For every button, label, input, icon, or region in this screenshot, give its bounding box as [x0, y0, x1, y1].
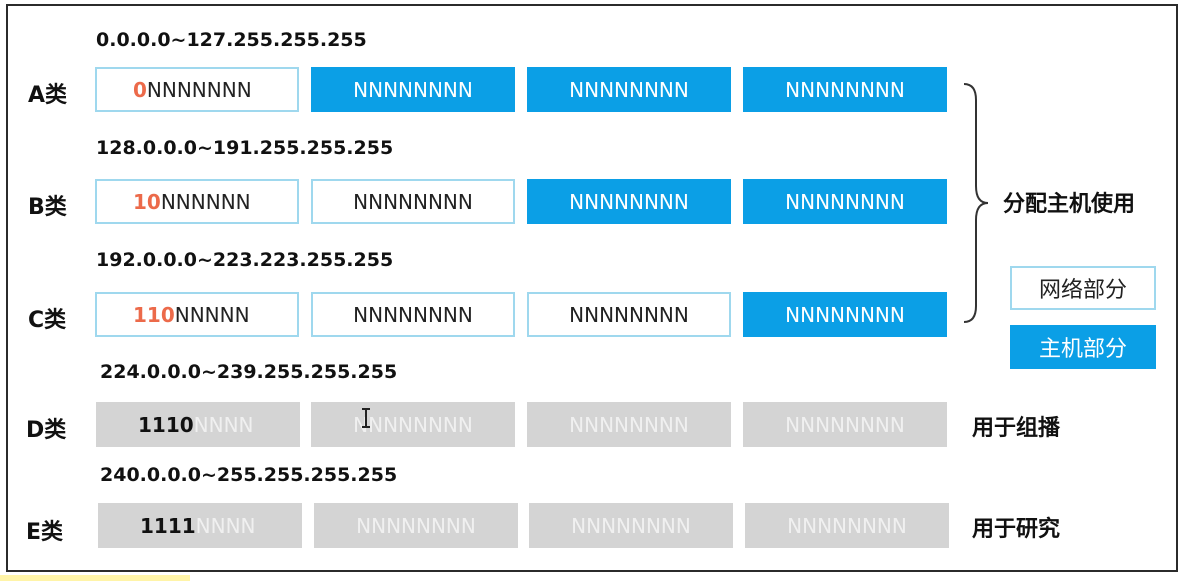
legend-network-part: 网络部分	[1010, 266, 1156, 310]
class-a-label: A类	[28, 83, 68, 108]
class-e-octet-3: NNNNNNNN	[529, 503, 733, 548]
class-d-octet-3: NNNNNNNN	[527, 402, 731, 447]
class-b-octet-4: NNNNNNNN	[743, 179, 947, 224]
class-a-octet-1: 0 NNNNNNN	[95, 67, 299, 112]
class-c-octet-3: NNNNNNNN	[527, 292, 731, 337]
class-e-octet-1-text: NNNN	[195, 513, 256, 538]
class-b-label: B类	[28, 195, 67, 220]
class-d-range: 224.0.0.0~239.255.255.255	[100, 361, 398, 383]
curly-brace-icon	[963, 83, 989, 323]
class-d-prefix-bits: 1110	[138, 412, 194, 437]
class-c-octet-1: 110 NNNNN	[95, 292, 299, 337]
class-a-octet-2: NNNNNNNN	[311, 67, 515, 112]
class-c-prefix-bits: 110	[133, 302, 175, 327]
class-b-octet-2: NNNNNNNN	[311, 179, 515, 224]
class-b-octet-3: NNNNNNNN	[527, 179, 731, 224]
class-b-prefix-bits: 10	[133, 189, 161, 214]
class-c-range: 192.0.0.0~223.223.255.255	[96, 249, 394, 271]
class-e-range: 240.0.0.0~255.255.255.255	[100, 464, 398, 486]
class-e-octet-1: 1111 NNNN	[98, 503, 302, 548]
class-a-octet-1-text: NNNNNNN	[146, 77, 252, 102]
class-d-octet-4: NNNNNNNN	[743, 402, 947, 447]
class-e-label: E类	[26, 520, 64, 545]
class-a-octet-3: NNNNNNNN	[527, 67, 731, 112]
class-a-prefix-bits: 0	[133, 77, 147, 102]
class-e-note: 用于研究	[972, 517, 1061, 542]
class-c-octet-2: NNNNNNNN	[311, 292, 515, 337]
class-b-octet-1-text: NNNNNN	[160, 189, 251, 214]
class-e-octet-2: NNNNNNNN	[314, 503, 518, 548]
bottom-highlight-strip	[0, 575, 190, 581]
class-c-octet-4: NNNNNNNN	[743, 292, 947, 337]
class-d-label: D类	[26, 418, 67, 443]
class-c-label: C类	[28, 308, 67, 333]
class-e-prefix-bits: 1111	[140, 513, 196, 538]
brace-label: 分配主机使用	[1003, 192, 1136, 217]
class-d-octet-1-text: NNNN	[193, 412, 254, 437]
text-cursor-icon	[362, 408, 370, 428]
class-a-octet-4: NNNNNNNN	[743, 67, 947, 112]
legend-host-part: 主机部分	[1010, 325, 1156, 369]
class-c-octet-1-text: NNNNN	[174, 302, 250, 327]
class-b-octet-1: 10 NNNNNN	[95, 179, 299, 224]
class-d-octet-2: NNNNNNNN	[311, 402, 515, 447]
class-b-range: 128.0.0.0~191.255.255.255	[96, 137, 394, 159]
class-a-range: 0.0.0.0~127.255.255.255	[96, 29, 367, 51]
class-d-octet-1: 1110 NNNN	[96, 402, 300, 447]
class-d-note: 用于组播	[972, 416, 1061, 441]
class-e-octet-4: NNNNNNNN	[745, 503, 949, 548]
